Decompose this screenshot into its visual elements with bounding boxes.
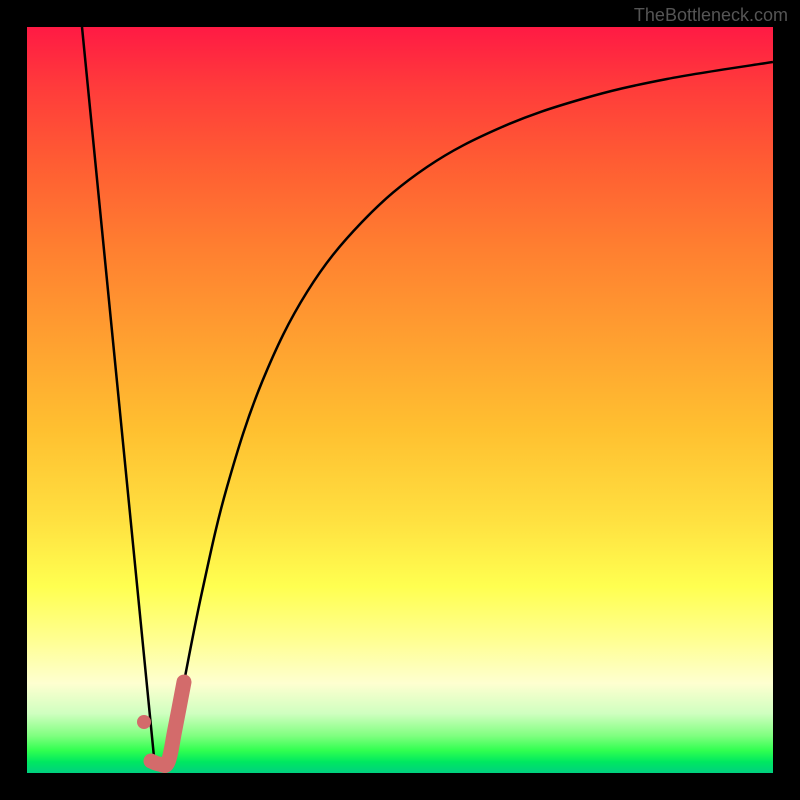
- marker-layer: [137, 682, 184, 765]
- series-left-descent: [82, 27, 154, 757]
- chart-container: [27, 27, 773, 773]
- series-right-rising-curve: [168, 62, 773, 762]
- chart-svg: [27, 27, 773, 773]
- watermark-text: TheBottleneck.com: [634, 5, 788, 26]
- curve-layer: [82, 27, 773, 762]
- marker-dot: [137, 715, 151, 729]
- marker-j-curve: [151, 682, 184, 765]
